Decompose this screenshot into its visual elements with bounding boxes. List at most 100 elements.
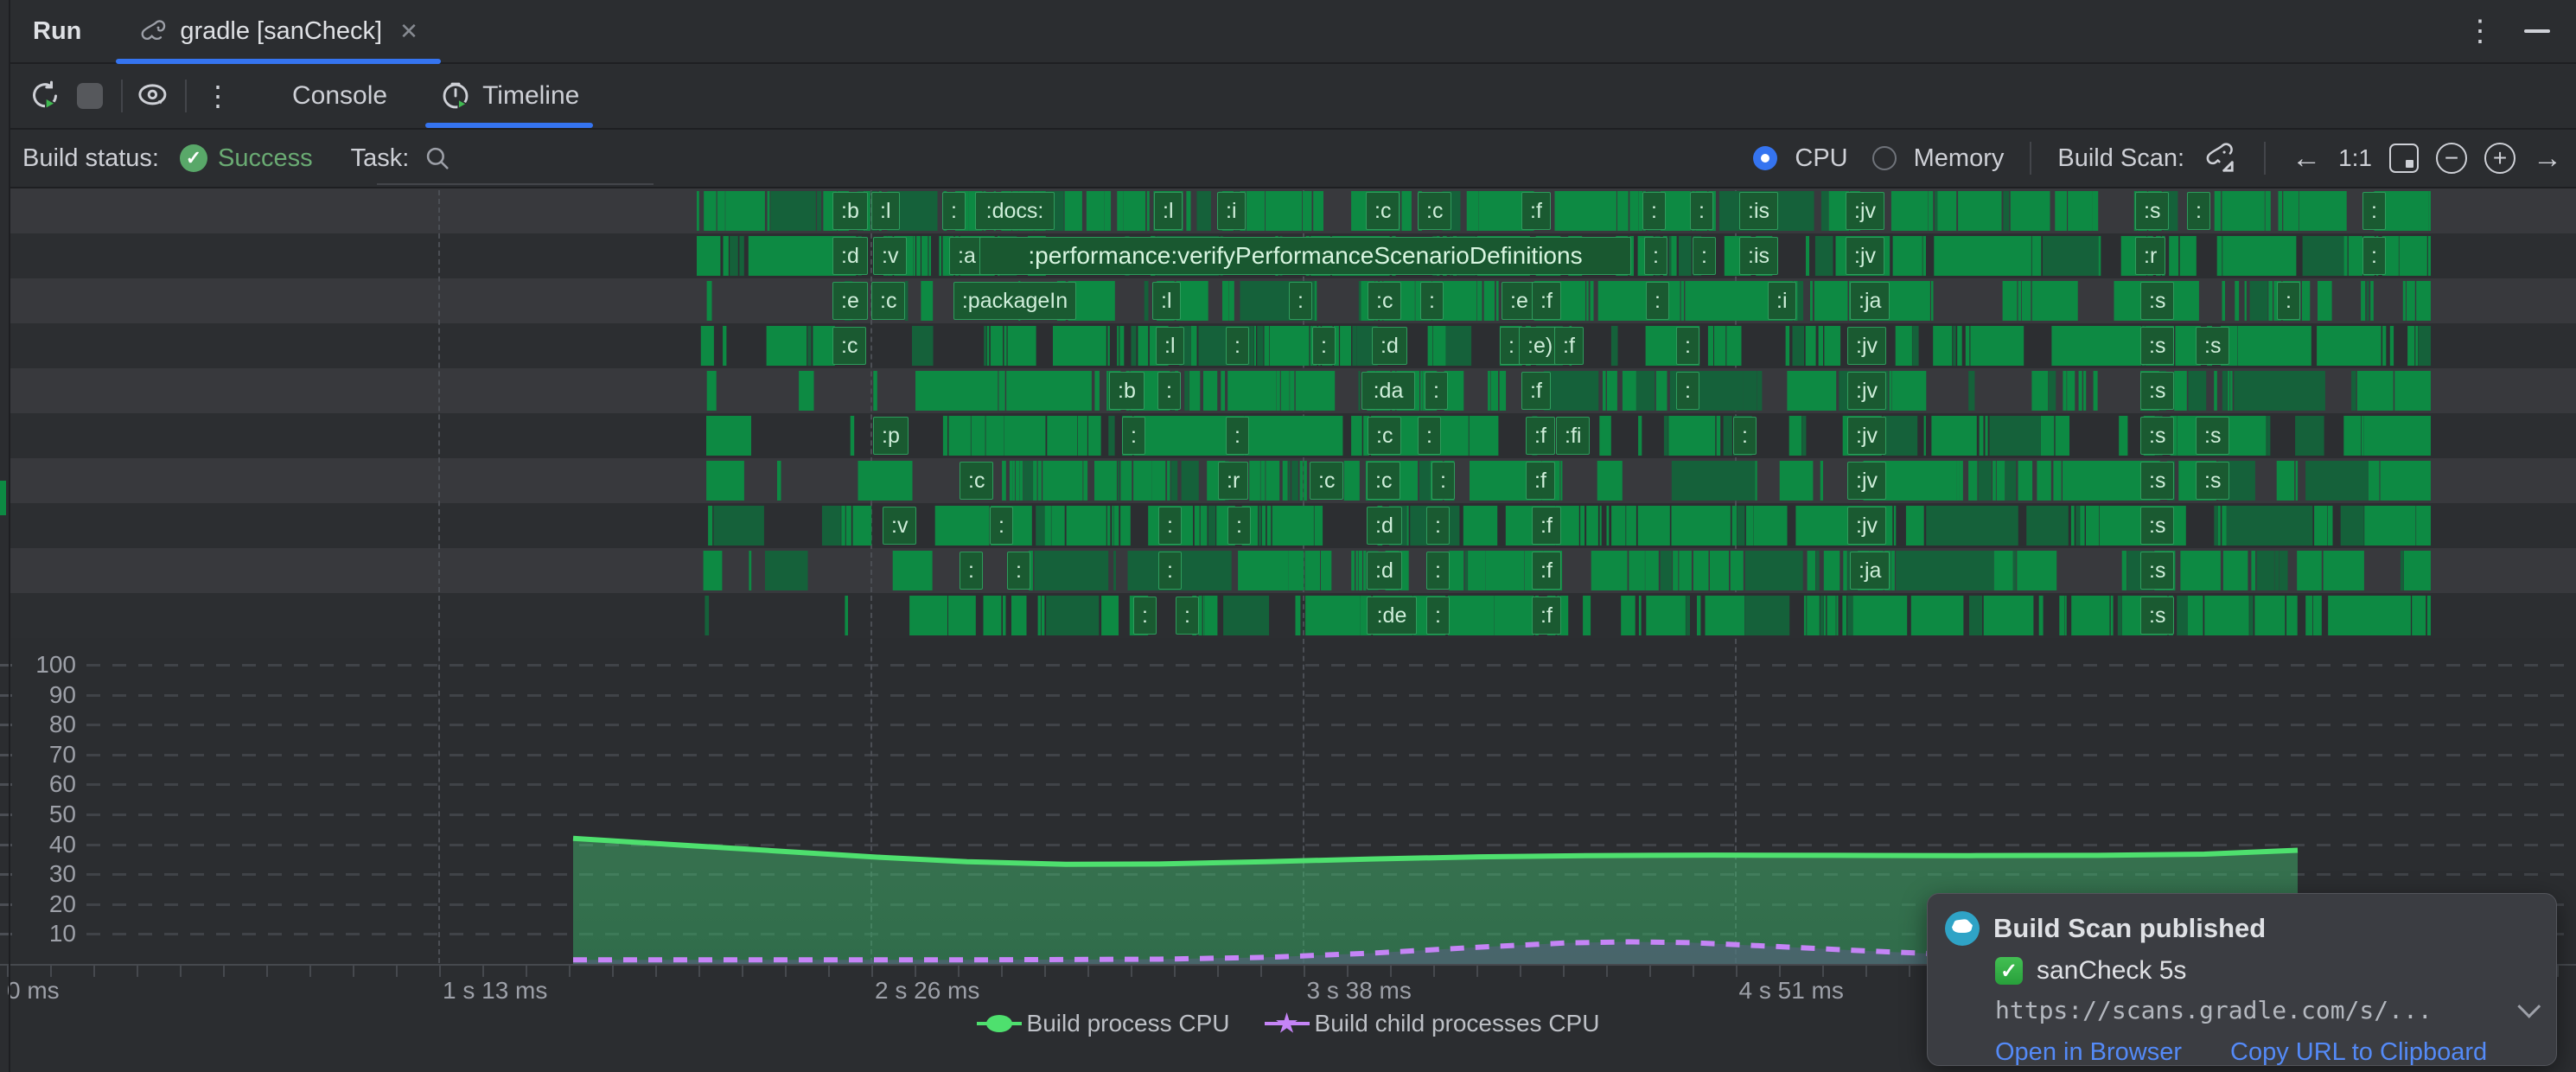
gantt-task-bar[interactable]: :p [873,417,909,455]
gantt-task-bar[interactable]: : [1133,597,1157,635]
gantt-task-bar[interactable]: : [1289,282,1312,320]
gantt-task-bar[interactable]: :performance:verifyPerformanceScenarioDe… [979,237,1631,275]
gantt-task-bar[interactable]: :jv [1847,372,1886,410]
gantt-task-bar[interactable]: :docs: [975,192,1055,230]
header-options-icon[interactable]: ⋮ [2453,14,2507,48]
gantt-task-bar[interactable]: :is [1739,237,1778,275]
gantt-task-bar[interactable]: : [1690,192,1713,230]
search-icon[interactable] [423,144,452,173]
gantt-task-bar[interactable]: :c [1368,282,1401,320]
gantt-task-bar[interactable]: : [1426,552,1450,590]
gantt-task-bar[interactable]: : [1431,462,1455,500]
filter-tasks-button[interactable] [131,73,176,118]
gantt-task-bar[interactable]: : [1312,327,1336,365]
gantt-task-bar[interactable]: : [1007,552,1030,590]
gantt-task-bar[interactable]: :d [1367,552,1402,590]
gantt-task-bar[interactable]: : [1122,417,1145,455]
gantt-task-bar[interactable]: :d [1367,507,1402,545]
stop-button[interactable] [67,73,112,118]
gantt-task-bar[interactable]: :de [1367,597,1417,635]
gantt-task-bar[interactable]: :jv [1846,192,1884,230]
gantt-task-bar[interactable]: : [1157,372,1181,410]
gantt-task-bar[interactable]: :c [1310,462,1343,500]
gantt-task-bar[interactable]: :l [871,192,900,230]
gantt-task-bar[interactable]: : [1693,237,1716,275]
gantt-task-bar[interactable]: :s [2135,192,2169,230]
gantt-task-bar[interactable]: :d [832,237,868,275]
gantt-task-bar[interactable]: : [1226,327,1249,365]
gantt-task-bar[interactable]: : [1226,417,1249,455]
gantt-task-bar[interactable]: : [990,507,1013,545]
gantt-task-bar[interactable]: :i [1217,192,1246,230]
gantt-task-bar[interactable]: :b [832,192,868,230]
gantt-task-bar[interactable]: :c [871,282,905,320]
gantt-task-bar[interactable]: : [2362,192,2386,230]
gantt-task-bar[interactable]: :s [2140,282,2174,320]
gantt-task-bar[interactable]: :da [1361,372,1415,410]
gantt-task-bar[interactable]: :f [1521,372,1551,410]
gantt-task-bar[interactable]: : [1426,507,1450,545]
toolbar-options-icon[interactable]: ⋮ [195,80,240,112]
gantt-task-bar[interactable]: : [1733,417,1757,455]
gantt-task-bar[interactable]: : [1425,372,1448,410]
gantt-task-bar[interactable]: : [960,552,983,590]
fit-to-screen-icon[interactable] [2389,144,2419,173]
gantt-task-bar[interactable]: : [2277,282,2300,320]
gantt-task-bar[interactable]: :s [2196,462,2229,500]
gantt-task-bar[interactable]: : [1426,597,1450,635]
gantt-task-bar[interactable]: : [1176,597,1199,635]
build-scan-notification[interactable]: Build Scan published ✓ sanCheck 5s https… [1927,893,2557,1066]
open-in-browser-link[interactable]: Open in Browser [1995,1038,2182,1067]
rerun-button[interactable] [22,73,67,118]
tab-close-icon[interactable]: ✕ [399,18,418,45]
gantt-task-bar[interactable]: : [1676,372,1699,410]
gantt-task-bar[interactable]: : [1646,282,1669,320]
gantt-task-bar[interactable]: :s [2140,507,2174,545]
zoom-out-icon[interactable]: − [2436,143,2467,174]
gantt-task-bar[interactable]: :c [1368,417,1401,455]
gantt-task-bar[interactable]: :ja [1850,282,1890,320]
gantt-task-bar[interactable]: :c [1366,192,1400,230]
gantt-task-bar[interactable]: :f [1521,192,1551,230]
copy-url-link[interactable]: Copy URL to Clipboard [2230,1038,2487,1067]
gantt-task-bar[interactable]: :c [1418,192,1451,230]
gantt-task-bar[interactable]: :d [1372,327,1407,365]
gantt-task-bar[interactable]: : [2187,192,2210,230]
gantt-task-bar[interactable]: :s [2140,597,2174,635]
gantt-task-bar[interactable]: :f [1532,597,1561,635]
gantt-task-bar[interactable]: : [1158,507,1182,545]
gantt-task-bar[interactable]: :jv [1847,507,1886,545]
gantt-task-bar[interactable]: :r [1218,462,1248,500]
gantt-task-bar[interactable]: :l [1154,192,1183,230]
gantt-task-bar[interactable]: : [1644,237,1667,275]
gantt-task-bar[interactable]: :s [2140,462,2174,500]
scroll-right-icon[interactable]: → [2533,142,2562,175]
gantt-task-bar[interactable]: : [942,192,966,230]
gantt-task-bar[interactable]: : [2362,237,2386,275]
gantt-task-bar[interactable]: :b [1109,372,1145,410]
gantt-task-bar[interactable]: :jv [1846,237,1884,275]
gantt-task-bar[interactable]: :l [1152,282,1181,320]
gantt-task-bar[interactable]: :f [1532,552,1561,590]
gantt-task-bar[interactable]: :jv [1847,327,1886,365]
gantt-task-bar[interactable]: :e [832,282,868,320]
scroll-left-icon[interactable]: ← [2292,142,2321,175]
gantt-task-bar[interactable]: : [1676,327,1699,365]
gantt-task-bar[interactable]: :c [960,462,993,500]
gantt-task-bar[interactable]: :s [2140,327,2174,365]
gantt-task-bar[interactable]: :i [1768,282,1796,320]
gantt-task-bar[interactable]: :f [1526,417,1555,455]
gantt-task-bar[interactable]: :jv [1847,417,1886,455]
gantt-task-bar[interactable]: : [1158,552,1182,590]
tab-console[interactable]: Console [266,64,413,128]
gantt-task-bar[interactable]: :v [873,237,907,275]
hide-window-icon[interactable] [2524,29,2550,33]
gantt-task-bar[interactable]: :s [2196,327,2229,365]
gantt-task-bar[interactable]: :c [1367,462,1400,500]
gantt-task-bar[interactable]: :s [2196,417,2229,455]
gantt-task-bar[interactable]: :r [2135,237,2165,275]
gantt-task-bar[interactable]: :c [832,327,866,365]
gantt-task-bar[interactable]: : [1227,507,1251,545]
task-search-input[interactable] [377,183,654,185]
gantt-task-bar[interactable]: :packageIn [953,282,1076,320]
